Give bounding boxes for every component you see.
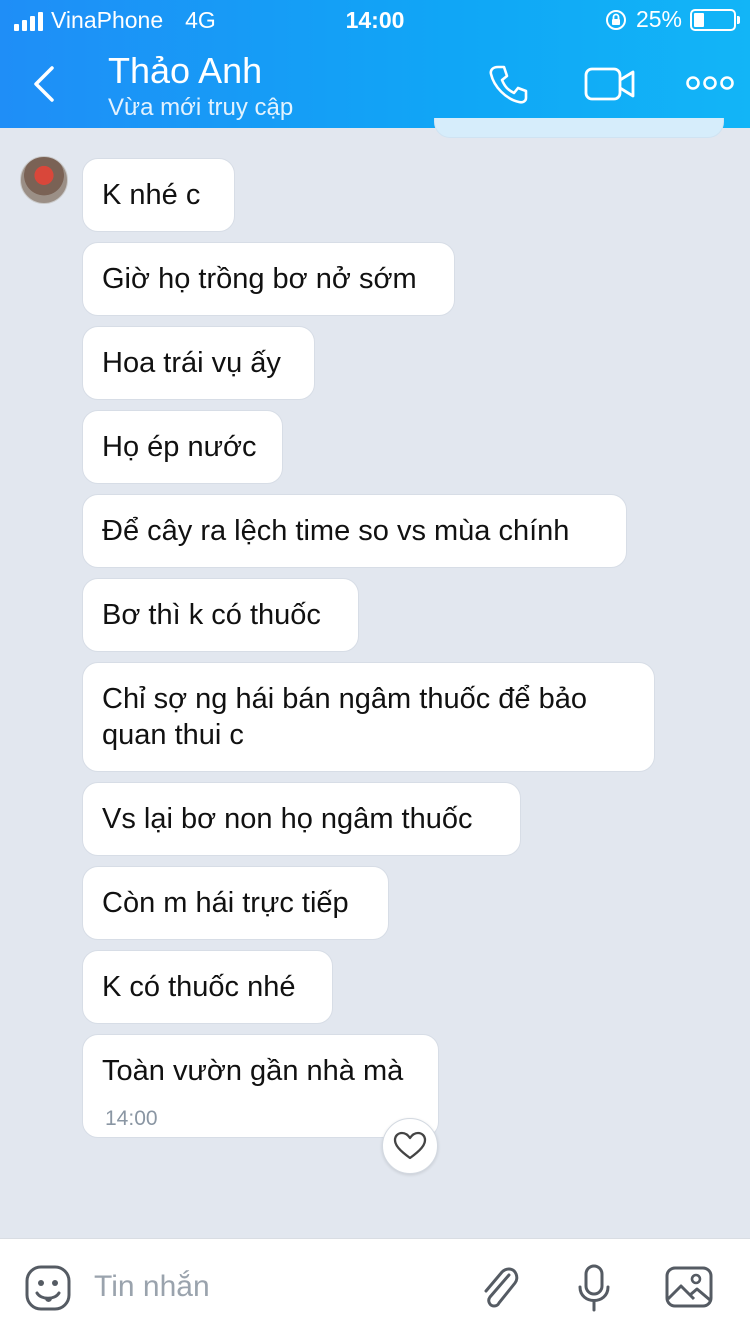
message-bubble[interactable]: Toàn vườn gần nhà mà 14:00 xyxy=(82,1034,439,1138)
contact-status: Vừa mới truy cập xyxy=(108,94,294,121)
message-bubble[interactable]: K có thuốc nhé xyxy=(82,950,333,1024)
status-bar: VinaPhone 4G 14:00 25% xyxy=(0,0,750,40)
message-input[interactable] xyxy=(94,1267,454,1307)
phone-call-icon[interactable] xyxy=(486,62,530,106)
video-call-icon[interactable] xyxy=(584,64,636,104)
message-bubble[interactable]: Để cây ra lệch time so vs mùa chính xyxy=(82,494,627,568)
message-text: Còn m hái trực tiếp xyxy=(102,887,349,919)
message-text: Chỉ sợ ng hái bán ngâm thuốc để bảo quan… xyxy=(102,683,587,751)
sticker-emoji-icon[interactable] xyxy=(24,1264,72,1312)
battery-percent: 25% xyxy=(635,6,682,32)
message-composer xyxy=(0,1238,750,1334)
contact-avatar[interactable] xyxy=(20,156,68,204)
more-options-icon[interactable] xyxy=(686,74,734,92)
message-bubble[interactable]: Còn m hái trực tiếp xyxy=(82,866,389,940)
message-bubble[interactable]: Hoa trái vụ ấy xyxy=(82,326,315,400)
battery-info: 25% xyxy=(604,6,740,33)
microphone-icon[interactable] xyxy=(576,1263,612,1313)
message-text: Họ ép nước xyxy=(102,431,257,463)
contact-name[interactable]: Thảo Anh xyxy=(108,50,262,92)
heart-icon xyxy=(393,1131,427,1160)
message-bubble[interactable]: Họ ép nước xyxy=(82,410,283,484)
message-bubble[interactable]: Chỉ sợ ng hái bán ngâm thuốc để bảo quan… xyxy=(82,662,655,772)
message-text: K có thuốc nhé xyxy=(102,971,296,1003)
attachment-paperclip-icon[interactable] xyxy=(476,1263,522,1313)
back-arrow-icon[interactable] xyxy=(26,62,66,106)
message-bubble[interactable]: Vs lại bơ non họ ngâm thuốc xyxy=(82,782,521,856)
message-text: K nhé c xyxy=(102,179,201,211)
message-text: Giờ họ trồng bơ nở sớm xyxy=(102,263,417,295)
battery-icon xyxy=(690,8,740,31)
message-text: Vs lại bơ non họ ngâm thuốc xyxy=(102,803,473,835)
chat-header: VinaPhone 4G 14:00 25% Thảo Anh Vừa mới … xyxy=(0,0,750,128)
message-bubble[interactable]: Bơ thì k có thuốc xyxy=(82,578,359,652)
message-text: Hoa trái vụ ấy xyxy=(102,347,281,379)
message-text: Bơ thì k có thuốc xyxy=(102,599,321,631)
image-gallery-icon[interactable] xyxy=(664,1265,714,1309)
message-bubble[interactable]: Giờ họ trồng bơ nở sớm xyxy=(82,242,455,316)
message-timestamp: 14:00 xyxy=(105,1107,158,1130)
previous-sent-bubble xyxy=(434,118,724,138)
message-text: Để cây ra lệch time so vs mùa chính xyxy=(102,515,570,547)
message-bubble[interactable]: K nhé c xyxy=(82,158,235,232)
rotation-lock-icon xyxy=(605,9,626,30)
react-heart-button[interactable] xyxy=(382,1118,438,1174)
message-text: Toàn vườn gần nhà mà xyxy=(102,1055,404,1087)
